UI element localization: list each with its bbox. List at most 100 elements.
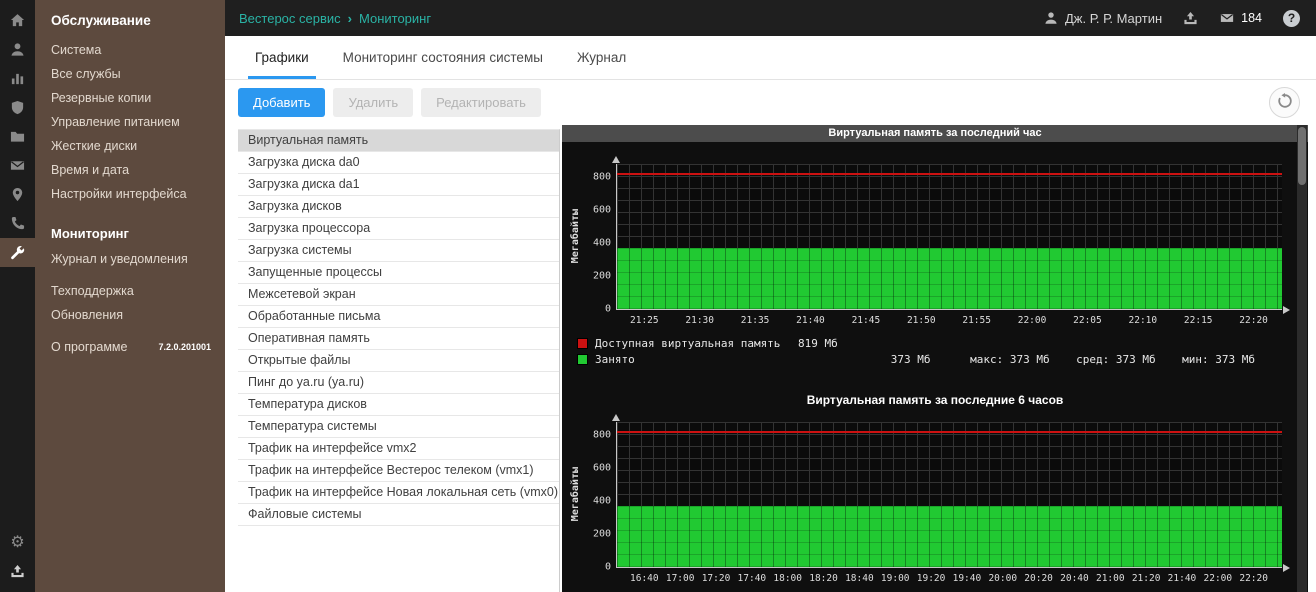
graph-list-item[interactable]: Виртуальная память: [238, 130, 559, 152]
graph-list-item[interactable]: Трафик на интерфейсе vmx2: [238, 438, 559, 460]
user-name: Дж. Р. Р. Мартин: [1065, 11, 1162, 26]
tools-wrench-icon[interactable]: [0, 238, 35, 267]
chart-2: Виртуальная память за последние 6 часов М…: [562, 393, 1308, 592]
plot-area-wrap: [616, 164, 1282, 310]
graph-list-item[interactable]: Трафик на интерфейсе Новая локальная сет…: [238, 482, 559, 504]
y-axis-arrow-icon: [612, 414, 620, 421]
app-root: ⚙ Обслуживание СистемаВсе службыРезервны…: [0, 0, 1316, 592]
chart-scrollbar-thumb[interactable]: [1298, 127, 1306, 185]
graph-list-item[interactable]: Загрузка системы: [238, 240, 559, 262]
y-axis-arrow-icon: [612, 156, 620, 163]
mail-count: 184: [1241, 11, 1262, 25]
refresh-button[interactable]: [1269, 87, 1300, 118]
sidebar: Обслуживание СистемаВсе службыРезервные …: [35, 0, 225, 592]
graph-list-item[interactable]: Загрузка диска da1: [238, 174, 559, 196]
graph-list-item[interactable]: Температура дисков: [238, 394, 559, 416]
sidebar-item[interactable]: Настройки интерфейса: [35, 182, 225, 206]
help-button[interactable]: ?: [1283, 10, 1300, 27]
add-button[interactable]: Добавить: [238, 88, 325, 117]
y-axis-ticks: 0200400600800: [582, 422, 616, 567]
mail-icon[interactable]: [0, 151, 35, 180]
sidebar-item[interactable]: Обновления: [35, 303, 225, 327]
settings-gear-icon[interactable]: ⚙: [0, 528, 35, 557]
breadcrumb-separator-icon: ›: [348, 11, 352, 26]
toolbar: Добавить Удалить Редактировать: [225, 80, 1316, 124]
plot-area: [616, 164, 1282, 310]
graph-list-item[interactable]: Трафик на интерфейсе Вестерос телеком (v…: [238, 460, 559, 482]
sidebar-item[interactable]: Управление питанием: [35, 110, 225, 134]
graph-list-item[interactable]: Загрузка дисков: [238, 196, 559, 218]
folders-icon[interactable]: [0, 122, 35, 151]
delete-button[interactable]: Удалить: [333, 88, 413, 117]
envelope-icon: [1219, 11, 1235, 25]
reports-icon[interactable]: [0, 64, 35, 93]
user-icon: [1044, 11, 1058, 25]
y-axis-ticks: 0200400600800: [582, 164, 616, 309]
tab-2[interactable]: Мониторинг состояния системы: [326, 36, 560, 79]
chart-legend: Доступная виртуальная память819 МбЗанято…: [577, 335, 1308, 367]
body-row: Виртуальная памятьЗагрузка диска da0Загр…: [225, 124, 1316, 592]
plot-area-wrap: [616, 422, 1282, 568]
sidebar-item[interactable]: Резервные копии: [35, 86, 225, 110]
graph-list: Виртуальная памятьЗагрузка диска da0Загр…: [238, 129, 560, 592]
sidebar-item[interactable]: Время и дата: [35, 158, 225, 182]
series-line-Доступная виртуальная память: [617, 173, 1282, 175]
chart-1: Виртуальная память за последний часМегаб…: [562, 125, 1308, 367]
home-icon[interactable]: [0, 6, 35, 35]
upload-tray-icon[interactable]: [0, 557, 35, 586]
plot-row: Мегабайты0200400600800: [562, 422, 1308, 568]
location-icon[interactable]: [0, 180, 35, 209]
sidebar-item[interactable]: Система: [35, 38, 225, 62]
graph-list-item[interactable]: Запущенные процессы: [238, 262, 559, 284]
graph-list-item[interactable]: Оперативная память: [238, 328, 559, 350]
tab-1[interactable]: Графики: [238, 36, 326, 79]
breadcrumb: Вестерос сервис › Мониторинг: [239, 11, 431, 26]
legend-row: Доступная виртуальная память 819 Мб: [577, 335, 1308, 351]
chart-title: Виртуальная память за последние 6 часов: [562, 393, 1308, 407]
graph-list-item[interactable]: Загрузка процессора: [238, 218, 559, 240]
icon-rail: ⚙: [0, 0, 35, 592]
user-menu[interactable]: Дж. Р. Р. Мартин: [1044, 11, 1162, 26]
x-axis-arrow-icon: [1283, 564, 1290, 572]
sidebar-item[interactable]: Журнал и уведомления: [35, 247, 225, 271]
sidebar-groups: СистемаВсе службыРезервные копииУправлен…: [35, 38, 225, 335]
graph-list-item[interactable]: Обработанные письма: [238, 306, 559, 328]
upload-icon[interactable]: [1183, 11, 1198, 26]
edit-button[interactable]: Редактировать: [421, 88, 541, 117]
series-line-Доступная виртуальная память: [617, 431, 1282, 433]
series-area-Занято: [617, 506, 1282, 567]
shield-icon[interactable]: [0, 93, 35, 122]
legend-row: Занято 373 Мб макс: 373 Мб сред: 373 Мб …: [577, 351, 1308, 367]
refresh-icon: [1277, 93, 1293, 112]
phone-icon[interactable]: [0, 209, 35, 238]
graph-list-item[interactable]: Температура системы: [238, 416, 559, 438]
chart-scrollbar[interactable]: [1297, 125, 1307, 592]
sidebar-item-about[interactable]: О программе 7.2.0.201001: [35, 335, 225, 354]
tab-3[interactable]: Журнал: [560, 36, 643, 79]
sidebar-group: МониторингЖурнал и уведомления: [35, 214, 225, 271]
about-label: О программе: [51, 340, 127, 354]
legend-values: 819 Мб: [798, 337, 838, 350]
legend-values: 373 Мб макс: 373 Мб сред: 373 Мб мин: 37…: [798, 353, 1255, 366]
users-icon[interactable]: [0, 35, 35, 64]
legend-swatch: [577, 338, 588, 349]
graph-list-item[interactable]: Пинг до ya.ru (ya.ru): [238, 372, 559, 394]
legend-swatch: [577, 354, 588, 365]
breadcrumb-root[interactable]: Вестерос сервис: [239, 11, 341, 26]
legend-name: Доступная виртуальная память: [595, 337, 791, 350]
messages-button[interactable]: 184: [1219, 11, 1262, 25]
graph-list-item[interactable]: Межсетевой экран: [238, 284, 559, 306]
series-area-Занято: [617, 248, 1282, 309]
sidebar-item[interactable]: Жесткие диски: [35, 134, 225, 158]
graph-list-item[interactable]: Файловые системы: [238, 504, 559, 526]
sidebar-item[interactable]: Техподдержка: [35, 279, 225, 303]
sidebar-group-header: Мониторинг: [35, 214, 225, 247]
graph-list-item[interactable]: Открытые файлы: [238, 350, 559, 372]
sidebar-item[interactable]: Все службы: [35, 62, 225, 86]
legend-name: Занято: [595, 353, 791, 366]
sidebar-group: СистемаВсе службыРезервные копииУправлен…: [35, 38, 225, 206]
chart-title: Виртуальная память за последний час: [562, 125, 1308, 142]
graph-list-item[interactable]: Загрузка диска da0: [238, 152, 559, 174]
sidebar-group: ТехподдержкаОбновления: [35, 279, 225, 327]
app-version: 7.2.0.201001: [158, 342, 211, 352]
